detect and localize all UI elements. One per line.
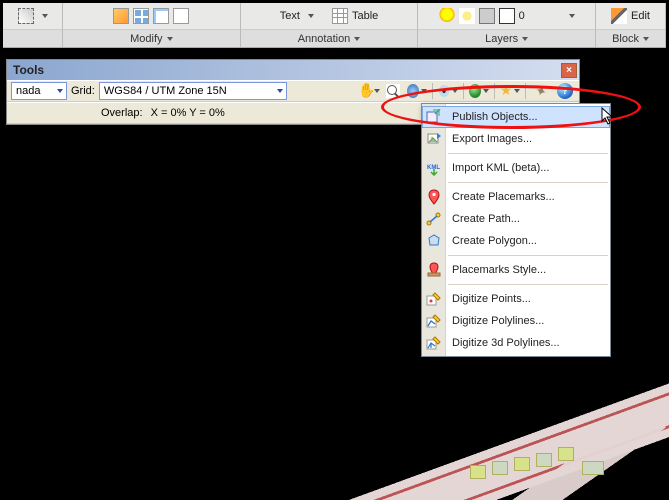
menu-item-export-images[interactable]: Export Images... (422, 128, 610, 150)
digitize-polylines-icon (426, 313, 442, 329)
ribbon-group-layers: 0 Layers (418, 3, 596, 47)
overlap-label: Overlap: (101, 107, 143, 119)
menu-separator (448, 284, 608, 285)
tool-fav[interactable]: ★ (500, 82, 520, 100)
layer-current[interactable]: 0 (519, 10, 525, 22)
layer-color-icon[interactable] (499, 8, 515, 24)
menu-item-create-placemarks[interactable]: Create Placemarks... (422, 186, 610, 208)
menu-separator (448, 255, 608, 256)
chevron-down-icon (354, 37, 360, 41)
chevron-down-icon[interactable] (569, 14, 575, 18)
mirror-icon[interactable] (173, 8, 189, 24)
tool-hand[interactable]: ✋ (359, 82, 379, 100)
crop-icon[interactable] (18, 8, 34, 24)
menu-separator (448, 182, 608, 183)
chevron-down-icon[interactable] (308, 14, 314, 18)
menu-item-create-path[interactable]: Create Path... (422, 208, 610, 230)
align-grid-icon[interactable] (133, 8, 149, 24)
ribbon-group-block: Edit Block (596, 3, 666, 47)
group-label-annotation[interactable]: Annotation (241, 29, 418, 47)
tool-settings[interactable]: ✦ (531, 82, 551, 100)
menu-label: Import KML (beta)... (452, 162, 549, 174)
menu-label: Digitize 3d Polylines... (452, 337, 560, 349)
menu-label: Create Path... (452, 213, 520, 225)
path-icon (426, 211, 442, 227)
ribbon-group-left (3, 3, 63, 47)
tool-globe[interactable] (407, 82, 427, 100)
copy-icon[interactable] (153, 8, 169, 24)
group-label-layers[interactable]: Layers (418, 29, 595, 47)
menu-label: Publish Objects... (452, 111, 538, 123)
grid-label: Grid: (71, 85, 95, 97)
menu-separator (448, 153, 608, 154)
style-icon (426, 262, 442, 278)
menu-label: Create Polygon... (452, 235, 537, 247)
menu-item-placemarks-style[interactable]: Placemarks Style... (422, 259, 610, 281)
close-button[interactable]: × (561, 63, 577, 78)
ribbon-group-annotation: Text Table Annotation (241, 3, 419, 47)
region-combo[interactable]: nada (11, 82, 67, 100)
menu-label: Placemarks Style... (452, 264, 546, 276)
digitize-3d-polylines-icon (426, 335, 442, 351)
ruler-icon[interactable] (113, 8, 129, 24)
ribbon-group-modify: Modify (63, 3, 241, 47)
chevron-down-icon (522, 37, 528, 41)
tools-titlebar[interactable]: Tools × (7, 60, 579, 80)
text-button[interactable]: Text (280, 10, 300, 22)
group-label-modify[interactable]: Modify (63, 29, 240, 47)
sun-icon[interactable] (459, 8, 475, 24)
digitize-points-icon (426, 291, 442, 307)
tool-zoom[interactable] (383, 82, 403, 100)
tools-row-grid: nada Grid: WGS84 / UTM Zone 15N ✋ ★ ✦ ? (7, 80, 579, 102)
tool-help[interactable]: ? (555, 82, 575, 100)
overlap-value: X = 0% Y = 0% (151, 107, 225, 119)
map-buildings (466, 431, 626, 491)
lock-icon[interactable] (479, 8, 495, 24)
menu-label: Digitize Polylines... (452, 315, 544, 327)
menu-item-import-kml[interactable]: KML Import KML (beta)... (422, 157, 610, 179)
app-window: Modify Text Table Annotation 0 Layers (0, 0, 669, 500)
placemark-icon (426, 189, 442, 205)
menu-label: Digitize Points... (452, 293, 531, 305)
group-label-empty (3, 29, 62, 47)
tools-title: Tools (13, 63, 44, 77)
tool-publish-dropdown[interactable] (469, 82, 489, 100)
grid-combo[interactable]: WGS84 / UTM Zone 15N (99, 82, 287, 100)
menu-item-create-polygon[interactable]: Create Polygon... (422, 230, 610, 252)
menu-label: Export Images... (452, 133, 532, 145)
menu-item-publish-objects[interactable]: Publish Objects... (422, 106, 610, 128)
export-images-icon (426, 131, 442, 147)
polygon-icon (426, 233, 442, 249)
menu-item-digitize-3d-polylines[interactable]: Digitize 3d Polylines... (422, 332, 610, 354)
import-kml-icon: KML (426, 160, 442, 176)
edit-button[interactable]: Edit (631, 10, 650, 22)
menu-item-digitize-polylines[interactable]: Digitize Polylines... (422, 310, 610, 332)
tool-view[interactable] (438, 82, 458, 100)
table-button[interactable]: Table (352, 10, 378, 22)
group-label-block[interactable]: Block (596, 29, 665, 47)
mouse-cursor (601, 107, 615, 127)
chevron-down-icon[interactable] (42, 14, 48, 18)
chevron-down-icon (167, 37, 173, 41)
publish-objects-icon (426, 109, 442, 125)
ribbon: Modify Text Table Annotation 0 Layers (3, 3, 666, 48)
lightbulb-icon[interactable] (439, 8, 455, 24)
edit-icon[interactable] (611, 8, 627, 24)
menu-label: Create Placemarks... (452, 191, 555, 203)
menu-item-digitize-points[interactable]: Digitize Points... (422, 288, 610, 310)
table-icon[interactable] (332, 8, 348, 24)
chevron-down-icon (643, 37, 649, 41)
publish-menu: Publish Objects... Export Images... KML … (421, 103, 611, 357)
